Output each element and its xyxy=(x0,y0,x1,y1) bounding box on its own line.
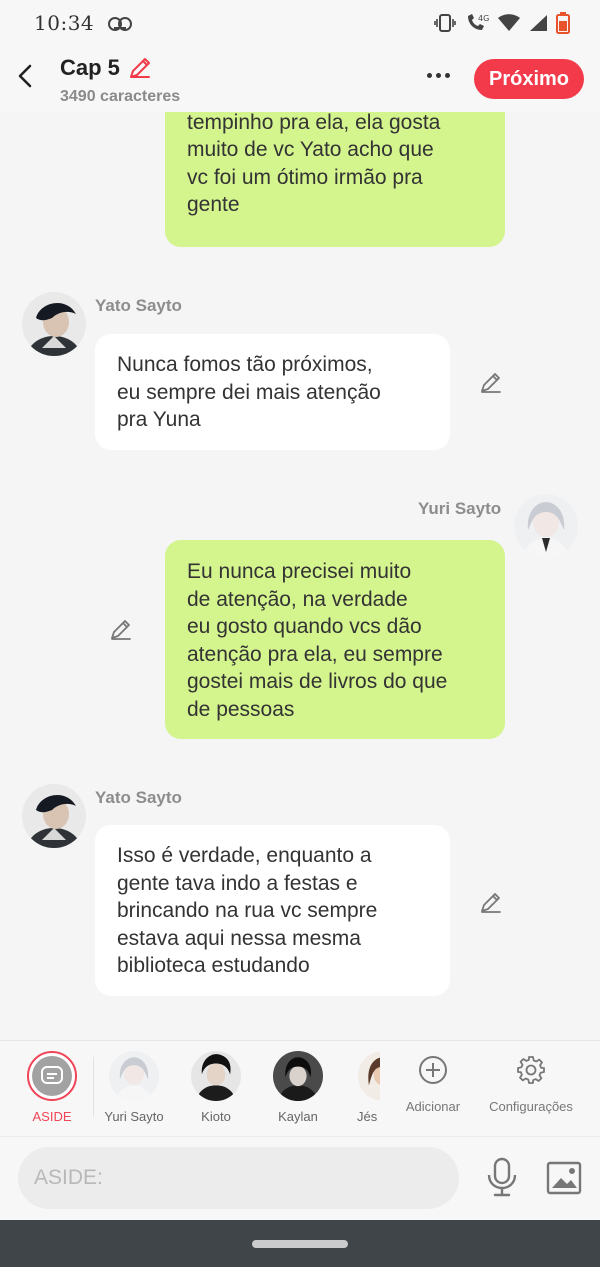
character-item-yuri-sayto[interactable]: Yuri Sayto xyxy=(94,1041,174,1137)
status-bar: 10:34 4G xyxy=(0,0,600,46)
back-button[interactable] xyxy=(10,58,40,94)
gear-icon xyxy=(517,1056,545,1084)
volte-call-icon: 4G xyxy=(468,14,489,30)
avatar-yato-sayto[interactable] xyxy=(22,292,86,356)
more-dot-icon xyxy=(426,72,432,78)
system-nav-bar xyxy=(0,1220,600,1267)
aside-selector[interactable]: ASIDE xyxy=(12,1041,92,1137)
app-header: Cap 5 3490 caracteres Próximo xyxy=(0,46,600,112)
next-button[interactable]: Próximo xyxy=(474,59,584,99)
character-name: Kioto xyxy=(201,1109,231,1124)
more-dot-icon xyxy=(444,72,450,78)
sender-name: Yato Sayto xyxy=(95,788,182,807)
character-avatar xyxy=(273,1051,323,1101)
sender-name: Yuri Sayto xyxy=(418,499,502,518)
message-bubble[interactable]: vc sempre conseguir um tempinho pra ela,… xyxy=(165,112,505,247)
image-icon[interactable] xyxy=(546,1161,582,1195)
more-dot-icon xyxy=(435,72,441,78)
character-item-kaylan[interactable]: Kaylan xyxy=(258,1041,338,1137)
title-block: Cap 5 3490 caracteres xyxy=(60,54,180,106)
message-input[interactable] xyxy=(18,1147,459,1209)
avatar-yuri-sayto[interactable] xyxy=(514,494,578,558)
message-bubble[interactable]: Eu nunca precisei muito de atenção, na v… xyxy=(165,540,505,739)
edit-title-icon[interactable] xyxy=(126,54,154,82)
composer xyxy=(0,1136,600,1220)
character-item-jes[interactable]: Jés xyxy=(340,1041,380,1137)
add-circle-icon xyxy=(419,1056,447,1084)
home-gesture-pill[interactable] xyxy=(252,1240,348,1248)
edit-message-icon[interactable] xyxy=(108,617,134,643)
character-name: Kaylan xyxy=(278,1109,318,1124)
microphone-icon[interactable] xyxy=(484,1157,520,1197)
add-character-button[interactable]: Adicionar xyxy=(402,1041,464,1137)
signal-icon xyxy=(530,15,547,31)
character-name: Yuri Sayto xyxy=(104,1109,164,1124)
aside-avatar xyxy=(27,1051,77,1101)
character-item-kioto[interactable]: Kioto xyxy=(176,1041,256,1137)
network-label: 4G xyxy=(478,14,489,23)
edit-message-icon[interactable] xyxy=(478,890,504,916)
avatar-yato-sayto[interactable] xyxy=(22,784,86,848)
character-bar: ASIDE Yuri Sayto Kioto Kaylan Jés Adicio… xyxy=(0,1040,600,1136)
character-avatar xyxy=(191,1051,241,1101)
status-time: 10:34 xyxy=(34,11,95,35)
more-options-button[interactable] xyxy=(420,60,456,90)
battery-icon xyxy=(556,12,570,34)
chat-editor-screen: 10:34 4G Cap 5 3490 caracteres Próximo t… xyxy=(0,0,600,1267)
voicemail-icon xyxy=(108,17,133,31)
settings-button[interactable]: Configurações xyxy=(486,1041,576,1137)
message-bubble[interactable]: Nunca fomos tão próximos, eu sempre dei … xyxy=(95,334,450,450)
status-icons: 4G xyxy=(434,12,570,34)
sender-name: Yato Sayto xyxy=(95,296,182,315)
chat-bubble-icon xyxy=(41,1066,63,1084)
edit-message-icon[interactable] xyxy=(478,370,504,396)
chapter-title: Cap 5 xyxy=(60,55,120,80)
add-label: Adicionar xyxy=(405,1099,461,1114)
character-avatar xyxy=(358,1051,380,1101)
message-bubble[interactable]: Isso é verdade, enquanto a gente tava in… xyxy=(95,825,450,996)
character-name: Jés xyxy=(357,1109,378,1124)
wifi-icon xyxy=(498,14,520,31)
settings-label: Configurações xyxy=(489,1099,573,1114)
aside-label: ASIDE xyxy=(32,1109,72,1124)
chat-area[interactable]: vc sempre conseguir um tempinho pra ela,… xyxy=(0,112,600,1040)
vibrate-icon xyxy=(434,14,456,32)
character-avatar xyxy=(109,1051,159,1101)
character-count: 3490 caracteres xyxy=(60,88,181,105)
back-arrow-icon xyxy=(18,64,32,88)
